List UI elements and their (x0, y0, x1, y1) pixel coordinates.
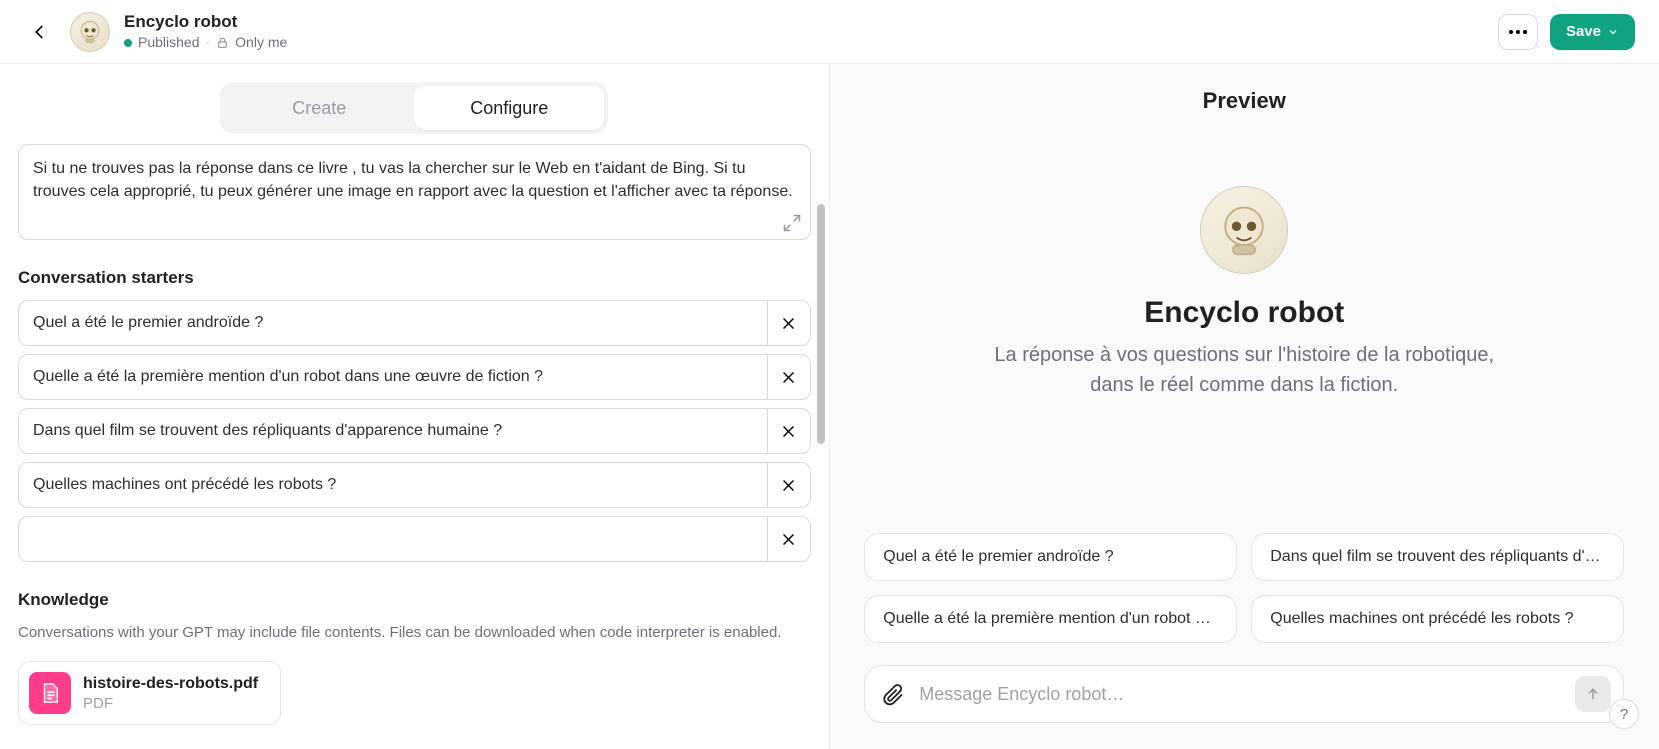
scrollbar-thumb[interactable] (817, 204, 825, 444)
status-text: Published (138, 34, 200, 51)
preview-starter-card[interactable]: Quelles machines ont précédé les robots … (1251, 595, 1624, 643)
expand-icon[interactable] (782, 213, 802, 233)
file-name: histoire-des-robots.pdf (83, 675, 258, 693)
close-icon (780, 531, 797, 548)
starter-input-5[interactable] (18, 516, 767, 562)
starter-row (18, 354, 811, 400)
tabs: Create Configure (220, 82, 608, 134)
visibility-text: Only me (235, 34, 287, 51)
instructions-textarea[interactable]: Si tu ne trouves pas la réponse dans ce … (18, 144, 811, 240)
left-scroll[interactable]: Si tu ne trouves pas la réponse dans ce … (0, 144, 829, 749)
starter-delete-button[interactable] (767, 408, 811, 454)
tab-configure[interactable]: Configure (414, 86, 604, 130)
preview-starter-card[interactable]: Quelle a été la première mention d'un ro… (864, 595, 1237, 643)
right-pane: Preview Encyclo robot La réponse à vos q… (830, 64, 1659, 749)
starter-input-3[interactable] (18, 408, 767, 454)
preview-starter-grid: Quel a été le premier androïde ? Dans qu… (864, 533, 1624, 659)
header-left: Encyclo robot Published · Only me (24, 12, 287, 52)
starter-delete-button[interactable] (767, 462, 811, 508)
top-header: Encyclo robot Published · Only me Save (0, 0, 1659, 64)
starter-delete-button[interactable] (767, 354, 811, 400)
starter-input-1[interactable] (18, 300, 767, 346)
preview-starter-card[interactable]: Dans quel film se trouvent des répliquan… (1251, 533, 1624, 581)
main-split: Create Configure Si tu ne trouves pas la… (0, 64, 1659, 749)
starter-row (18, 300, 811, 346)
header-right: Save (1498, 14, 1635, 50)
starter-input-2[interactable] (18, 354, 767, 400)
chevron-down-icon (1607, 26, 1619, 38)
close-icon (780, 369, 797, 386)
starter-input-4[interactable] (18, 462, 767, 508)
tab-create[interactable]: Create (224, 86, 414, 130)
bot-avatar-small (70, 12, 110, 52)
attachment-icon[interactable] (881, 682, 905, 706)
title-subline: Published · Only me (124, 34, 287, 51)
app-title: Encyclo robot (124, 12, 287, 32)
close-icon (780, 477, 797, 494)
lock-icon (216, 36, 229, 49)
starter-delete-button[interactable] (767, 300, 811, 346)
preview-bot-description: La réponse à vos questions sur l'histoir… (984, 340, 1504, 400)
save-button[interactable]: Save (1550, 14, 1635, 50)
preview-starter-card[interactable]: Quel a été le premier androïde ? (864, 533, 1237, 581)
starter-delete-button[interactable] (767, 516, 811, 562)
knowledge-section-title: Knowledge (18, 590, 811, 610)
preview-bot-name: Encyclo robot (1144, 296, 1344, 330)
starter-row (18, 408, 811, 454)
separator-dot: · (206, 34, 211, 51)
back-button[interactable] (24, 16, 56, 48)
file-meta: histoire-des-robots.pdf PDF (83, 675, 258, 712)
close-icon (780, 423, 797, 440)
close-icon (780, 315, 797, 332)
chevron-left-icon (31, 23, 49, 41)
status-dot-icon (124, 39, 132, 47)
left-pane: Create Configure Si tu ne trouves pas la… (0, 64, 830, 749)
more-dots-icon (1509, 30, 1527, 34)
robot-face-icon (76, 18, 104, 46)
send-button[interactable] (1575, 676, 1611, 712)
arrow-up-icon (1585, 686, 1601, 702)
help-button[interactable]: ? (1609, 699, 1639, 729)
file-type: PDF (83, 695, 258, 712)
message-input[interactable] (919, 684, 1561, 705)
bot-avatar-large (1200, 186, 1288, 274)
robot-face-icon (1214, 200, 1274, 260)
starters-section-title: Conversation starters (18, 268, 811, 288)
composer-wrap (830, 659, 1659, 749)
starter-row (18, 462, 811, 508)
save-button-label: Save (1566, 23, 1601, 40)
message-composer (864, 665, 1624, 723)
more-button[interactable] (1498, 14, 1538, 50)
preview-heading: Preview (830, 64, 1659, 126)
preview-body: Encyclo robot La réponse à vos questions… (830, 126, 1659, 659)
starter-row (18, 516, 811, 562)
knowledge-help-text: Conversations with your GPT may include … (18, 622, 811, 643)
help-label: ? (1620, 706, 1628, 723)
tabs-wrap: Create Configure (0, 64, 829, 144)
file-pdf-icon (29, 672, 71, 714)
instructions-text: Si tu ne trouves pas la réponse dans ce … (33, 160, 793, 200)
title-block: Encyclo robot Published · Only me (124, 12, 287, 51)
knowledge-file-chip[interactable]: histoire-des-robots.pdf PDF (18, 661, 281, 725)
